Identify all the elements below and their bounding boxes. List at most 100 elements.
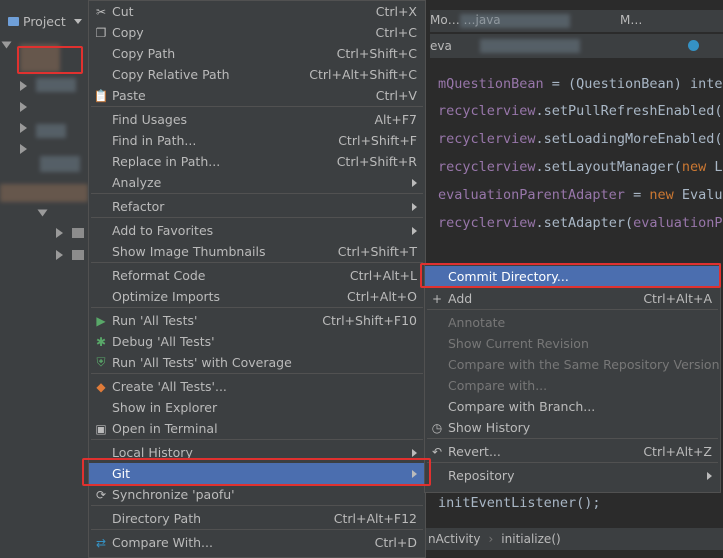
create-test-icon: ◆: [96, 379, 106, 394]
menu-item-add-to-favorites[interactable]: Add to Favorites: [89, 220, 425, 241]
editor-tabs-bar: Mo… …java M…: [430, 10, 723, 32]
menu-item-git[interactable]: Git: [89, 463, 425, 484]
code-line[interactable]: initEventListener();: [438, 495, 601, 511]
project-tab[interactable]: Project: [0, 10, 90, 32]
menu-item-analyze[interactable]: Analyze: [89, 172, 425, 193]
menu-item-shortcut: Ctrl+Alt+O: [347, 289, 417, 304]
expand-arrow-icon[interactable]: [37, 209, 48, 217]
git-menu-item-compare-with-branch[interactable]: Compare with Branch...: [425, 396, 720, 417]
expand-arrow-icon[interactable]: [20, 123, 27, 133]
code-line[interactable]: evaluationParentAdapter = new Evalua: [438, 187, 723, 203]
menu-separator: [91, 373, 423, 374]
git-menu-item-compare-with-the-same-repository-version: Compare with the Same Repository Version: [425, 354, 720, 375]
menu-item-label: Find Usages: [112, 112, 188, 127]
blurred-breadcrumb: [480, 39, 580, 53]
menu-item-copy-path[interactable]: Copy Path Ctrl+Shift+C: [89, 43, 425, 64]
coverage-icon: ⛨: [96, 355, 106, 369]
menu-item-label: Add: [448, 291, 473, 306]
menu-item-run-all-tests[interactable]: ▶ Run 'All Tests' Ctrl+Shift+F10: [89, 310, 425, 331]
menu-item-label: Show in Explorer: [112, 400, 218, 415]
git-menu-item-commit-directory[interactable]: Commit Directory...: [425, 266, 720, 287]
breadcrumb-method[interactable]: initialize(): [501, 532, 560, 546]
git-menu-item-add[interactable]: + Add Ctrl+Alt+A: [425, 288, 720, 309]
breadcrumb-item[interactable]: eva: [430, 39, 452, 53]
blurred-tree-item: [40, 156, 80, 172]
menu-item-show-image-thumbnails[interactable]: Show Image Thumbnails Ctrl+Shift+T: [89, 241, 425, 262]
menu-item-reformat-code[interactable]: Reformat Code Ctrl+Alt+L: [89, 265, 425, 286]
sync-icon: ⟳: [95, 487, 107, 502]
menu-item-label: Compare With...: [112, 535, 213, 550]
code-line[interactable]: mQuestionBean = (QuestionBean) inter: [438, 76, 723, 92]
menu-item-label: Annotate: [448, 315, 506, 330]
menu-item-label: Compare with Branch...: [448, 399, 596, 414]
menu-item-shortcut: Ctrl+X: [375, 4, 417, 19]
git-menu-item-compare-with: Compare with...: [425, 375, 720, 396]
menu-item-label: Open in Terminal: [112, 421, 218, 436]
menu-item-cut[interactable]: ✂ Cut Ctrl+X: [89, 1, 425, 22]
run-icon: ▶: [96, 313, 106, 328]
menu-item-copy-relative-path[interactable]: Copy Relative Path Ctrl+Alt+Shift+C: [89, 64, 425, 85]
menu-item-optimize-imports[interactable]: Optimize Imports Ctrl+Alt+O: [89, 286, 425, 307]
menu-separator: [91, 217, 423, 218]
editor-tab[interactable]: M…: [620, 13, 642, 27]
menu-item-label: Reformat Code: [112, 268, 206, 283]
menu-item-synchronize-paofu[interactable]: ⟳ Synchronize 'paofu': [89, 484, 425, 505]
expand-arrow-icon[interactable]: [56, 250, 63, 260]
menu-separator: [91, 529, 423, 530]
menu-item-label: Add to Favorites: [112, 223, 214, 238]
git-menu-item-show-current-revision: Show Current Revision: [425, 333, 720, 354]
menu-item-refactor[interactable]: Refactor: [89, 196, 425, 217]
menu-item-label: Git: [112, 466, 131, 481]
menu-item-shortcut: Ctrl+Alt+F12: [333, 511, 417, 526]
submenu-arrow-icon: [412, 448, 417, 457]
menu-item-label: Compare with the Same Repository Version: [448, 357, 720, 372]
code-line[interactable]: recyclerview.setAdapter(evaluationPa: [438, 215, 723, 231]
expand-arrow-icon[interactable]: [20, 144, 27, 154]
menu-item-show-in-explorer[interactable]: Show in Explorer: [89, 397, 425, 418]
git-submenu: Commit Directory... + Add Ctrl+Alt+A Annotat…: [424, 263, 721, 493]
expand-arrow-icon[interactable]: [20, 102, 27, 112]
menu-item-replace-in-path[interactable]: Replace in Path... Ctrl+Shift+R: [89, 151, 425, 172]
git-menu-item-repository[interactable]: Repository: [425, 465, 720, 486]
menu-item-directory-path[interactable]: Directory Path Ctrl+Alt+F12: [89, 508, 425, 529]
menu-separator: [91, 307, 423, 308]
menu-separator: [91, 106, 423, 107]
copy-icon: ❐: [95, 25, 107, 40]
breadcrumb-class[interactable]: nActivity: [428, 532, 480, 546]
code-line[interactable]: recyclerview.setLoadingMoreEnabled(f: [438, 131, 723, 147]
menu-item-shortcut: Ctrl+Shift+F: [338, 133, 417, 148]
menu-item-label: Replace in Path...: [112, 154, 221, 169]
project-tab-label: Project: [23, 13, 66, 29]
menu-item-shortcut: Alt+F7: [374, 112, 417, 127]
chevron-down-icon[interactable]: [73, 18, 82, 24]
menu-item-debug-all-tests[interactable]: ✱ Debug 'All Tests': [89, 331, 425, 352]
code-line[interactable]: recyclerview.setLayoutManager(new Li: [438, 159, 723, 175]
menu-separator: [427, 462, 718, 463]
menu-item-compare-with[interactable]: ⇄ Compare With... Ctrl+D: [89, 532, 425, 553]
menu-item-run-all-tests-with-coverage[interactable]: ⛨ Run 'All Tests' with Coverage: [89, 352, 425, 373]
submenu-arrow-icon: [412, 202, 417, 211]
code-line[interactable]: recyclerview.setPullRefreshEnabled(f: [438, 103, 723, 119]
menu-separator: [427, 438, 718, 439]
menu-item-label: Analyze: [112, 175, 162, 190]
menu-item-find-in-path[interactable]: Find in Path... Ctrl+Shift+F: [89, 130, 425, 151]
menu-item-create-all-tests[interactable]: ◆ Create 'All Tests'...: [89, 376, 425, 397]
expand-arrow-icon[interactable]: [56, 228, 63, 238]
menu-item-shortcut: Ctrl+C: [375, 25, 417, 40]
git-menu-item-revert[interactable]: ↶ Revert... Ctrl+Alt+Z: [425, 441, 720, 462]
git-menu-item-show-history[interactable]: ◷ Show History: [425, 417, 720, 438]
project-folder-icon: [8, 16, 19, 26]
menu-item-label: Show Current Revision: [448, 336, 589, 351]
menu-item-local-history[interactable]: Local History: [89, 442, 425, 463]
menu-item-shortcut: Ctrl+Shift+R: [336, 154, 417, 169]
menu-item-label: Local History: [112, 445, 193, 460]
menu-item-copy[interactable]: ❐ Copy Ctrl+C: [89, 22, 425, 43]
menu-item-open-in-terminal[interactable]: ▣ Open in Terminal: [89, 418, 425, 439]
blurred-tab-text: [460, 14, 570, 28]
menu-item-find-usages[interactable]: Find Usages Alt+F7: [89, 109, 425, 130]
menu-item-label: Find in Path...: [112, 133, 197, 148]
menu-item-paste[interactable]: 📋 Paste Ctrl+V: [89, 85, 425, 106]
expand-arrow-icon[interactable]: [20, 81, 27, 91]
expand-arrow-icon[interactable]: [1, 41, 12, 49]
menu-item-label: Commit Directory...: [448, 269, 569, 284]
